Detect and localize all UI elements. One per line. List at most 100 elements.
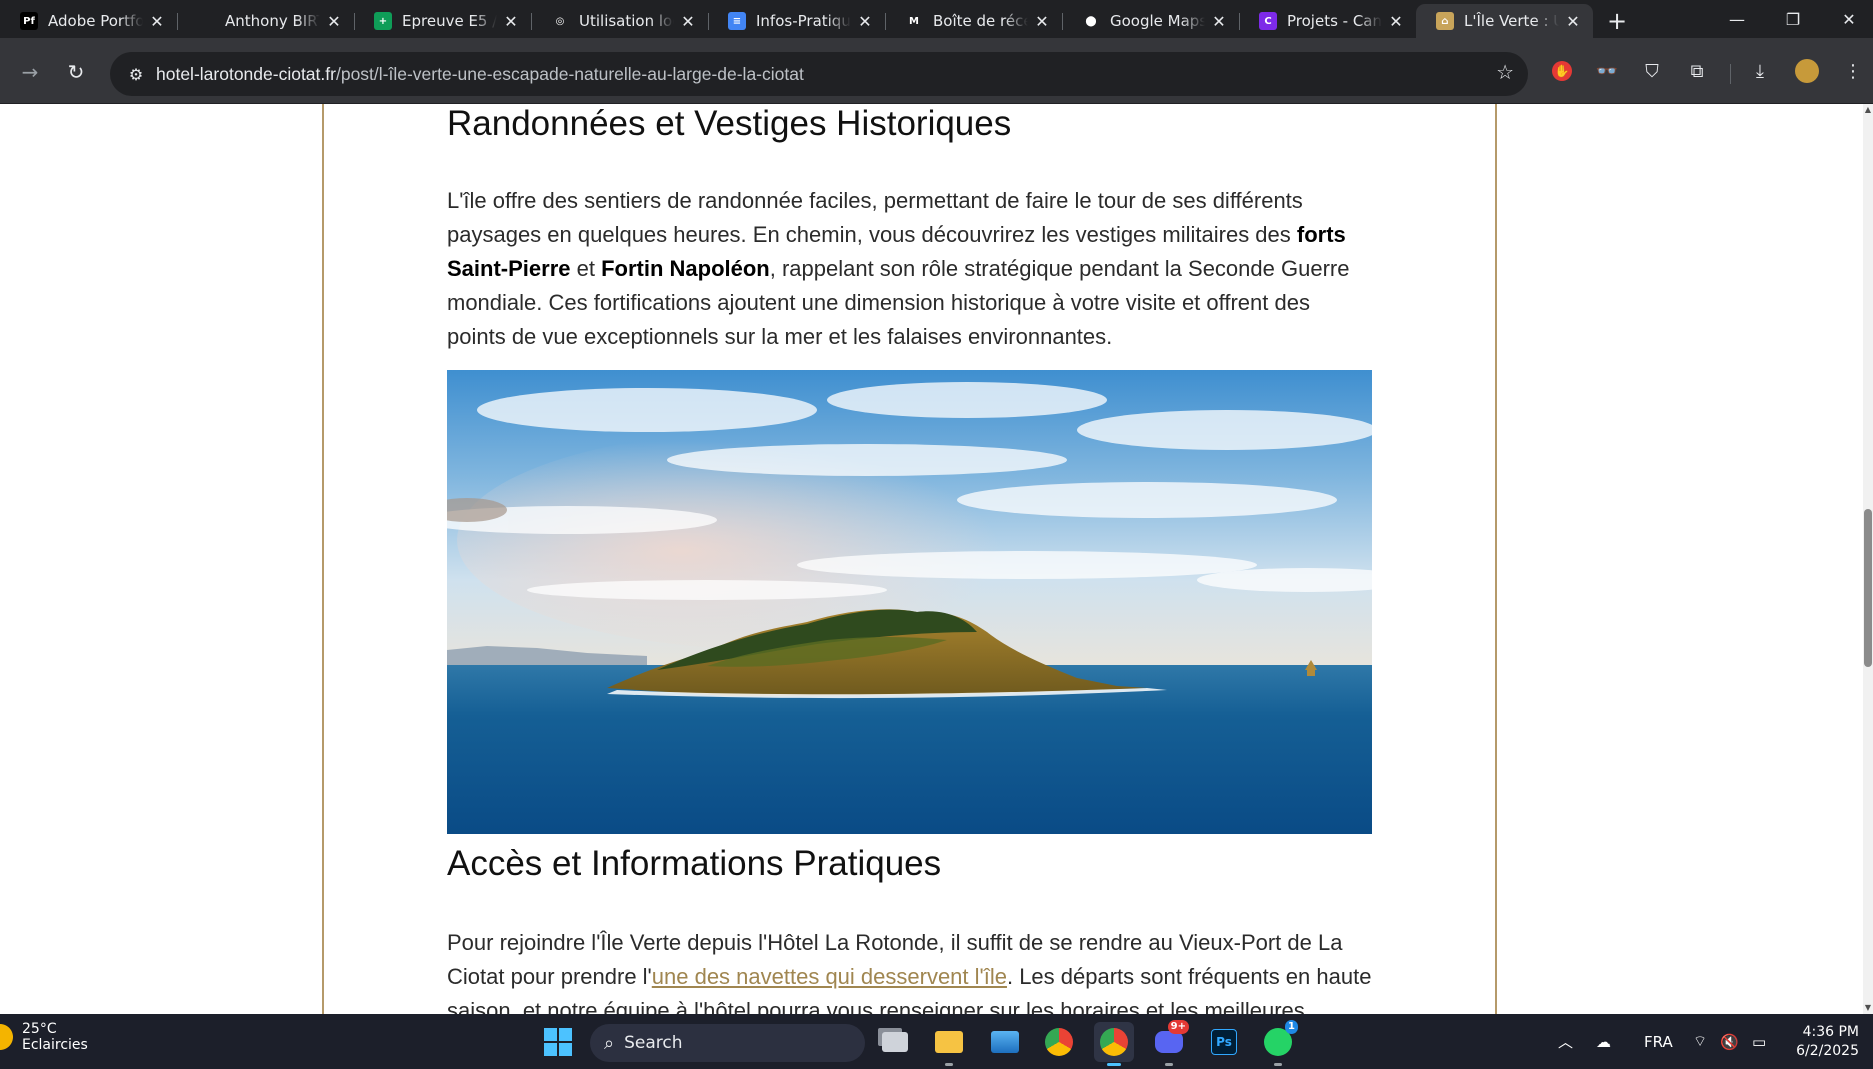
tab-close-icon[interactable]: ✕ bbox=[1563, 11, 1583, 31]
tab-title: Adobe Portfolio bbox=[48, 12, 143, 30]
clock-date: 6/2/2025 bbox=[1796, 1043, 1859, 1059]
section-paragraph-acces: Pour rejoindre l'Île Verte depuis l'Hôte… bbox=[447, 926, 1372, 1014]
tab-close-icon[interactable]: ✕ bbox=[1386, 11, 1406, 31]
shield-extension-icon[interactable]: ⛉ bbox=[1637, 56, 1667, 86]
hotel-favicon-icon: ⌂ bbox=[1436, 12, 1454, 30]
windows-taskbar: 25°C Eclaircies ⌕ Search 9+ Ps 1 ︿ ☁ FRA… bbox=[0, 1014, 1873, 1069]
discord-badge: 9+ bbox=[1167, 1020, 1189, 1034]
adblock-extension-icon[interactable]: ✋ bbox=[1547, 56, 1577, 86]
shuttle-link[interactable]: une des navettes qui desservent l'île bbox=[652, 964, 1007, 989]
browser-tab[interactable]: ≡ Infos-Pratiques✕ bbox=[708, 4, 885, 38]
url-host: hotel-larotonde-ciotat.fr bbox=[156, 63, 336, 84]
volume-muted-icon[interactable]: 🔇 bbox=[1720, 1014, 1739, 1069]
close-window-button[interactable]: ✕ bbox=[1821, 0, 1873, 38]
profile-avatar[interactable] bbox=[1792, 56, 1822, 86]
google-sheets-icon: + bbox=[374, 12, 392, 30]
clock-time: 4:36 PM bbox=[1802, 1024, 1859, 1040]
bookmark-star-icon[interactable]: ☆ bbox=[1496, 60, 1514, 84]
section-title-acces: Accès et Informations Pratiques bbox=[447, 844, 942, 883]
url-path: /post/l-île-verte-une-escapade-naturelle… bbox=[335, 63, 804, 84]
address-bar[interactable]: ⚙ hotel-larotonde-ciotat.fr/post/l-île-v… bbox=[110, 52, 1528, 96]
openai-icon: ◎ bbox=[551, 12, 569, 30]
back-arrow-icon[interactable]: → bbox=[14, 56, 46, 88]
browser-tab[interactable]: M Boîte de réception✕ bbox=[885, 4, 1062, 38]
minimize-button[interactable]: — bbox=[1709, 0, 1765, 38]
tab-title: Anthony BIRT bbox=[225, 12, 320, 30]
browser-tab[interactable]: + Epreuve E5 / ✕ bbox=[354, 4, 531, 38]
gmail-icon: M bbox=[905, 12, 923, 30]
restore-button[interactable]: ❐ bbox=[1765, 0, 1821, 38]
tab-title: Projets - Canva bbox=[1287, 12, 1382, 30]
chrome-icon[interactable] bbox=[1039, 1022, 1079, 1062]
bold-fortin-napoleon: Fortin Napoléon bbox=[601, 256, 770, 281]
browser-menu-icon[interactable]: ⋮ bbox=[1838, 56, 1868, 86]
section-title-randonnees: Randonnées et Vestiges Historiques bbox=[447, 104, 1012, 143]
scroll-down-arrow-icon[interactable]: ▼ bbox=[1863, 1002, 1873, 1014]
adobe-portfolio-icon: Pf bbox=[20, 12, 38, 30]
ile-verte-photo bbox=[447, 370, 1372, 834]
extensions-puzzle-icon[interactable]: ⧉ bbox=[1682, 56, 1712, 86]
tab-close-icon[interactable]: ✕ bbox=[501, 11, 521, 31]
search-icon: ⌕ bbox=[604, 1032, 615, 1054]
weather-description: Eclaircies bbox=[22, 1037, 88, 1053]
tab-title: L'Île Verte : Une escapade bbox=[1464, 12, 1559, 30]
tab-close-icon[interactable]: ✕ bbox=[678, 11, 698, 31]
browser-tab[interactable]: Anthony BIRT ✕ bbox=[177, 4, 354, 38]
tab-title: Epreuve E5 / bbox=[402, 12, 497, 30]
tab-title: Google Maps bbox=[1110, 12, 1205, 30]
windows-start-icon[interactable] bbox=[538, 1022, 578, 1062]
tray-overflow-chevron-icon[interactable]: ︿ bbox=[1558, 1014, 1573, 1069]
battery-icon[interactable]: ▭ bbox=[1752, 1014, 1766, 1069]
weather-temperature: 25°C bbox=[22, 1021, 57, 1037]
wifi-icon[interactable]: ⌔ bbox=[1693, 1014, 1707, 1069]
browser-tab[interactable]: Pf Adobe Portfolio✕ bbox=[0, 4, 177, 38]
tab-close-icon[interactable]: ✕ bbox=[855, 11, 875, 31]
new-tab-button[interactable]: + bbox=[1597, 4, 1637, 38]
browser-tab[interactable]: ⬤ Google Maps ✕ bbox=[1062, 4, 1239, 38]
tab-strip: PfAdobe Portfolio✕Anthony BIRT✕+Epreuve … bbox=[0, 0, 1873, 38]
weather-widget[interactable]: 25°C Eclaircies bbox=[0, 1021, 88, 1053]
onedrive-icon[interactable]: ☁ bbox=[1596, 1014, 1611, 1069]
chrome-profile-icon[interactable] bbox=[1094, 1022, 1134, 1066]
tab-title: Infos-Pratiques bbox=[756, 12, 851, 30]
photos-icon[interactable] bbox=[985, 1022, 1025, 1062]
tab-close-icon[interactable]: ✕ bbox=[324, 11, 344, 31]
page-scrollbar[interactable]: ▲ ▼ bbox=[1863, 104, 1873, 1014]
page-viewport: Randonnées et Vestiges Historiques L'île… bbox=[0, 104, 1863, 1014]
browser-tab[interactable]: C Projets - Canva✕ bbox=[1239, 4, 1416, 38]
url-text[interactable]: hotel-larotonde-ciotat.fr/post/l-île-ver… bbox=[156, 64, 804, 85]
scroll-up-arrow-icon[interactable]: ▲ bbox=[1863, 104, 1873, 116]
google-docs-icon: ≡ bbox=[728, 12, 746, 30]
tab-close-icon[interactable]: ✕ bbox=[147, 11, 167, 31]
incognito-extension-icon[interactable]: 👓 bbox=[1592, 56, 1622, 86]
tab-title: Utilisation logiciel bbox=[579, 12, 674, 30]
tab-close-icon[interactable]: ✕ bbox=[1209, 11, 1229, 31]
language-indicator[interactable]: FRA bbox=[1644, 1014, 1673, 1069]
scroll-thumb[interactable] bbox=[1864, 509, 1872, 667]
browser-tab[interactable]: ⌂ L'Île Verte : Une escapade✕ bbox=[1416, 4, 1593, 38]
taskbar-clock[interactable]: 4:36 PM 6/2/2025 bbox=[1796, 1023, 1859, 1061]
download-icon[interactable]: ⤓ bbox=[1745, 56, 1775, 86]
taskbar-search[interactable]: ⌕ Search bbox=[590, 1024, 865, 1062]
photoshop-icon[interactable]: Ps bbox=[1204, 1022, 1244, 1062]
paragraph-text: L'île offre des sentiers de randonnée fa… bbox=[447, 188, 1303, 247]
blank-page-icon bbox=[197, 12, 215, 30]
search-label: Search bbox=[624, 1033, 683, 1053]
browser-toolbar: → ↻ ⚙ hotel-larotonde-ciotat.fr/post/l-î… bbox=[0, 38, 1873, 104]
section-paragraph-randonnees: L'île offre des sentiers de randonnée fa… bbox=[447, 184, 1372, 354]
whatsapp-icon[interactable]: 1 bbox=[1258, 1020, 1298, 1066]
canva-icon: C bbox=[1259, 12, 1277, 30]
site-settings-icon[interactable]: ⚙ bbox=[116, 58, 156, 90]
task-view-icon[interactable] bbox=[875, 1022, 915, 1062]
whatsapp-badge: 1 bbox=[1285, 1020, 1298, 1034]
sun-icon bbox=[0, 1023, 16, 1051]
google-maps-icon: ⬤ bbox=[1082, 12, 1100, 30]
reload-icon[interactable]: ↻ bbox=[60, 56, 92, 88]
file-explorer-icon[interactable] bbox=[929, 1022, 969, 1066]
tab-title: Boîte de réception bbox=[933, 12, 1028, 30]
browser-tab[interactable]: ◎ Utilisation logiciel✕ bbox=[531, 4, 708, 38]
toolbar-divider bbox=[1730, 64, 1731, 84]
paragraph-text: et bbox=[570, 256, 602, 281]
tab-close-icon[interactable]: ✕ bbox=[1032, 11, 1052, 31]
discord-icon[interactable]: 9+ bbox=[1149, 1020, 1189, 1066]
